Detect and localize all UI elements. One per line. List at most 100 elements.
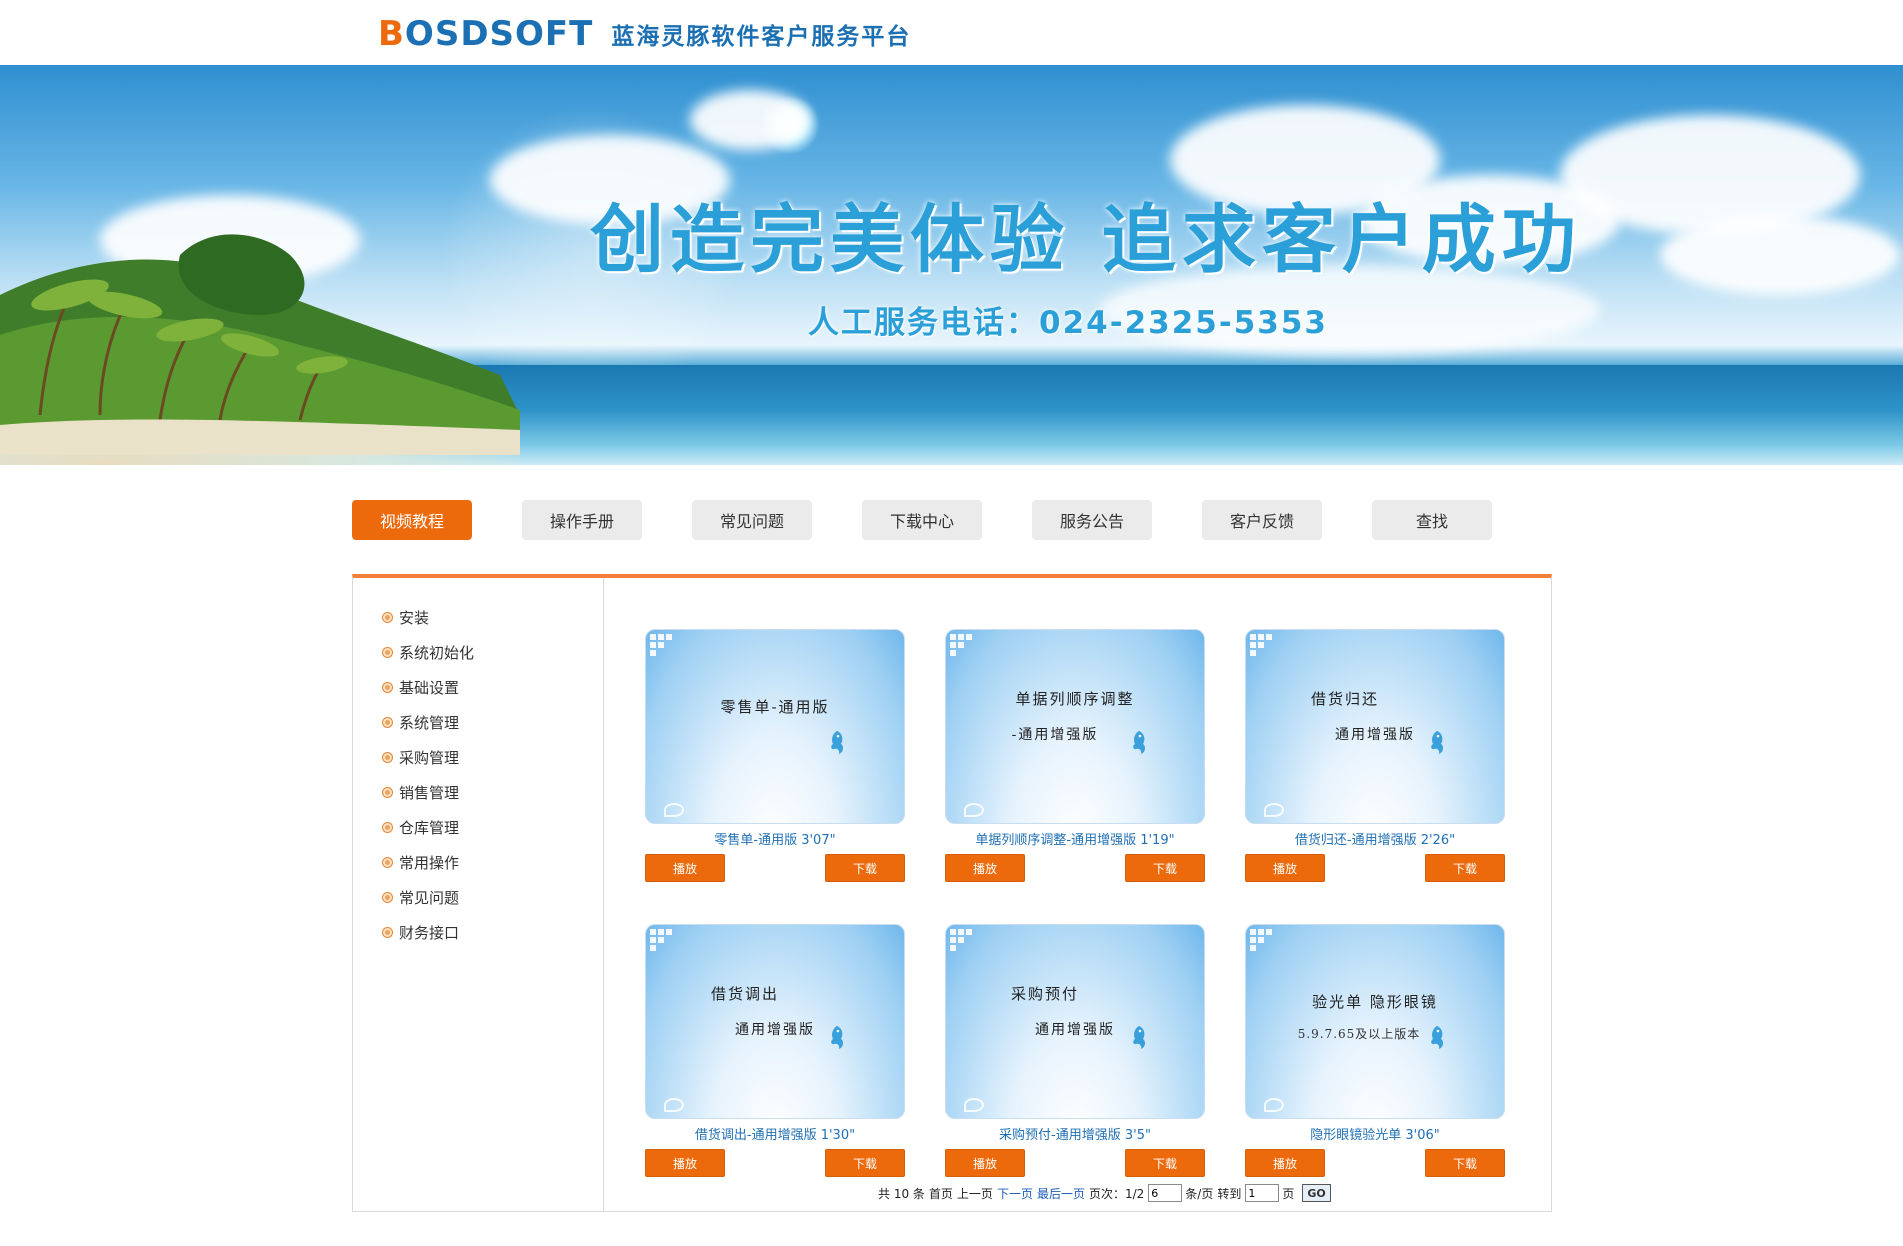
sidebar-item-common-operations[interactable]: 常用操作	[383, 845, 603, 880]
video-actions: 播放 下载	[1245, 854, 1505, 882]
site-header: BOSDSOFT 蓝海灵豚软件客户服务平台	[0, 0, 1903, 65]
hero-banner: 创造完美体验 追求客户成功 人工服务电话：024-2325-5353	[0, 65, 1903, 465]
swirl-decoration	[1264, 803, 1284, 817]
sidebar-item-label: 基础设置	[399, 679, 460, 697]
bullet-icon	[383, 613, 392, 622]
sidebar-item-label: 财务接口	[399, 924, 460, 942]
bullet-icon	[383, 753, 392, 762]
sidebar-item-system-management[interactable]: 系统管理	[383, 705, 603, 740]
download-button[interactable]: 下载	[1425, 1149, 1505, 1177]
tab-video-tutorials[interactable]: 视频教程	[352, 500, 472, 540]
total-count: 共 10 条	[878, 1186, 925, 1201]
bullet-icon	[383, 893, 392, 902]
sidebar-item-faq[interactable]: 常见问题	[383, 880, 603, 915]
logo[interactable]: BOSDSOFT	[378, 14, 593, 54]
goto-page-input[interactable]	[1245, 1184, 1280, 1202]
thumbnail-subtitle: -通用增强版	[1011, 727, 1099, 743]
thumbnail-title: 借货调出	[710, 985, 779, 1003]
pagination: 共 10 条 首页 上一页 下一页 最后一页 页次：1/2 条/页 转到 页 G…	[878, 1184, 1331, 1202]
dolphin-mascot-icon	[831, 1026, 844, 1049]
main-tabs: 视频教程 操作手册 常见问题 下载中心 服务公告 客户反馈 查找	[352, 500, 1542, 540]
bullet-icon	[383, 788, 392, 797]
thumbnail-title: 采购预付	[1010, 985, 1079, 1003]
video-title-link[interactable]: 单据列顺序调整-通用增强版 1'19"	[945, 829, 1205, 848]
sidebar-item-purchasing[interactable]: 采购管理	[383, 740, 603, 775]
download-button[interactable]: 下载	[1125, 854, 1205, 882]
download-button[interactable]: 下载	[825, 854, 905, 882]
thumbnail-title: 单据列顺序调整	[1015, 690, 1135, 708]
thumbnail-subtitle: 通用增强版	[735, 1022, 815, 1038]
sidebar-item-sales[interactable]: 销售管理	[383, 775, 603, 810]
video-actions: 播放 下载	[1245, 1149, 1505, 1177]
video-thumbnail[interactable]: 零售单-通用版	[645, 629, 905, 824]
sidebar-item-basic-settings[interactable]: 基础设置	[383, 670, 603, 705]
video-card: 单据列顺序调整 -通用增强版 单据列顺序调整-通用增强版 1'19" 播放 下载	[945, 629, 1205, 882]
thumbnail-title: 验光单 隐形眼镜	[1312, 993, 1438, 1011]
swirl-decoration	[664, 803, 684, 817]
sidebar-item-label: 常用操作	[399, 854, 460, 872]
per-page-input[interactable]	[1148, 1184, 1183, 1202]
download-button[interactable]: 下载	[825, 1149, 905, 1177]
sidebar-item-label: 销售管理	[399, 784, 460, 802]
play-button[interactable]: 播放	[1245, 854, 1325, 882]
video-card: 采购预付 通用增强版 采购预付-通用增强版 3'5" 播放 下载	[945, 924, 1205, 1177]
video-thumbnail[interactable]: 借货调出 通用增强版	[645, 924, 905, 1119]
dolphin-mascot-icon	[1133, 731, 1146, 754]
video-title-link[interactable]: 采购预付-通用增强版 3'5"	[945, 1124, 1205, 1143]
brand[interactable]: BOSDSOFT 蓝海灵豚软件客户服务平台	[378, 14, 911, 54]
tab-downloads[interactable]: 下载中心	[862, 500, 982, 540]
bullet-icon	[383, 648, 392, 657]
video-title-link[interactable]: 借货归还-通用增强版 2'26"	[1245, 829, 1505, 848]
site-title: 蓝海灵豚软件客户服务平台	[611, 24, 912, 50]
video-title-link[interactable]: 隐形眼镜验光单 3'06"	[1245, 1124, 1505, 1143]
sidebar-item-warehouse[interactable]: 仓库管理	[383, 810, 603, 845]
download-button[interactable]: 下载	[1125, 1149, 1205, 1177]
play-button[interactable]: 播放	[945, 1149, 1025, 1177]
category-list: 安装 系统初始化 基础设置 系统管理 采购管理 销售管理 仓库管理 常用操作 常…	[353, 578, 603, 950]
play-button[interactable]: 播放	[645, 854, 725, 882]
sidebar-item-label: 仓库管理	[399, 819, 460, 837]
sidebar-item-install[interactable]: 安装	[383, 600, 603, 635]
video-title-link[interactable]: 借货调出-通用增强版 1'30"	[645, 1124, 905, 1143]
sidebar-item-system-init[interactable]: 系统初始化	[383, 635, 603, 670]
video-thumbnail[interactable]: 借货归还 通用增强版	[1245, 629, 1505, 824]
play-button[interactable]: 播放	[945, 854, 1025, 882]
tab-feedback[interactable]: 客户反馈	[1202, 500, 1322, 540]
tab-search[interactable]: 查找	[1372, 500, 1492, 540]
category-sidebar: 安装 系统初始化 基础设置 系统管理 采购管理 销售管理 仓库管理 常用操作 常…	[353, 578, 604, 1211]
download-button[interactable]: 下载	[1425, 854, 1505, 882]
video-thumbnail[interactable]: 验光单 隐形眼镜 5.9.7.65及以上版本	[1245, 924, 1505, 1119]
swirl-decoration	[664, 1098, 684, 1112]
video-card: 借货归还 通用增强版 借货归还-通用增强版 2'26" 播放 下载	[1245, 629, 1505, 882]
palm-island-illustration	[0, 234, 520, 455]
page-indicator: 页次：1/2	[1088, 1186, 1145, 1201]
sidebar-item-label: 常见问题	[399, 889, 460, 907]
video-actions: 播放 下载	[945, 854, 1205, 882]
swirl-decoration	[964, 1098, 984, 1112]
play-button[interactable]: 播放	[1245, 1149, 1325, 1177]
cloud-shape	[690, 90, 810, 150]
tab-manual[interactable]: 操作手册	[522, 500, 642, 540]
video-title-link[interactable]: 零售单-通用版 3'07"	[645, 829, 905, 848]
next-page-link[interactable]: 下一页	[997, 1185, 1033, 1202]
play-button[interactable]: 播放	[645, 1149, 725, 1177]
swirl-decoration	[1264, 1098, 1284, 1112]
page-unit: 页	[1282, 1186, 1295, 1201]
banner-slogan: 创造完美体验 追求客户成功	[590, 197, 1582, 283]
sidebar-item-finance-interface[interactable]: 财务接口	[383, 915, 603, 950]
dolphin-mascot-icon	[1133, 1026, 1146, 1049]
video-thumbnail[interactable]: 单据列顺序调整 -通用增强版	[945, 629, 1205, 824]
dolphin-mascot-icon	[831, 731, 844, 754]
thumbnail-title: 借货归还	[1310, 690, 1379, 708]
per-page-unit: 条/页	[1185, 1186, 1214, 1201]
tab-announcements[interactable]: 服务公告	[1032, 500, 1152, 540]
bullet-icon	[383, 718, 392, 727]
thumbnail-subtitle: 通用增强版	[1035, 1022, 1115, 1038]
video-thumbnail[interactable]: 采购预付 通用增强版	[945, 924, 1205, 1119]
tab-faq[interactable]: 常见问题	[692, 500, 812, 540]
video-card: 借货调出 通用增强版 借货调出-通用增强版 1'30" 播放 下载	[645, 924, 905, 1177]
go-button[interactable]: GO	[1302, 1184, 1331, 1202]
logo-rest: OSDSOFT	[404, 14, 594, 54]
last-page-link[interactable]: 最后一页	[1037, 1185, 1085, 1202]
banner-phone: 人工服务电话：024-2325-5353	[808, 305, 1328, 341]
